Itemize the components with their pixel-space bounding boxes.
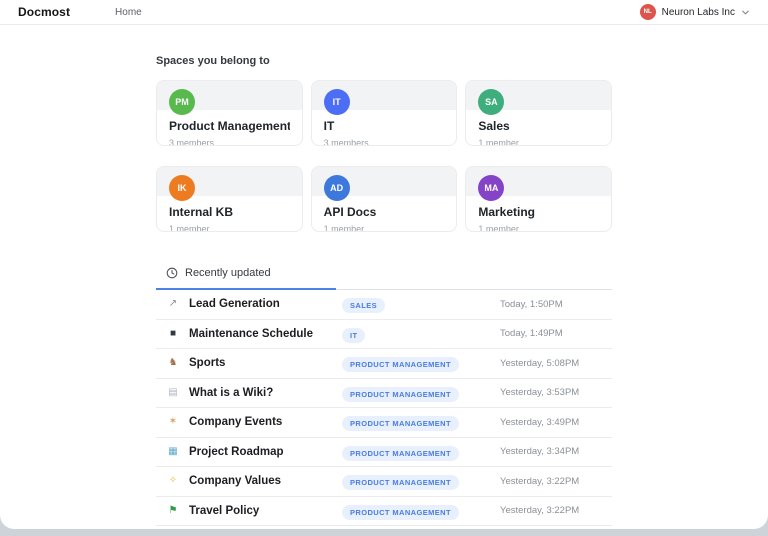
badge-zone: PRODUCT MANAGEMENT <box>342 443 500 461</box>
list-item-travel-policy[interactable]: ⚑ Travel Policy PRODUCT MANAGEMENT Yeste… <box>156 497 612 526</box>
top-navbar: Docmost Home NL Neuron Labs Inc <box>0 0 768 25</box>
space-avatar: SA <box>478 89 505 115</box>
open-book-icon: ▤ <box>168 386 178 398</box>
space-name: Marketing <box>478 205 536 219</box>
laptop-icon: ■ <box>169 327 177 339</box>
nav-links: Home <box>115 7 142 18</box>
space-member-count: 3 members <box>323 138 369 146</box>
workspace-avatar: NL <box>639 4 656 20</box>
space-card-api-docs[interactable]: AD API Docs 1 member <box>310 166 458 232</box>
flag-icon: ⚑ <box>168 504 178 516</box>
space-card-marketing[interactable]: MA Marketing 1 member <box>465 166 612 232</box>
list-item-sports[interactable]: ♞ Sports PRODUCT MANAGEMENT Yesterday, 5… <box>156 349 612 379</box>
page-title: Project Roadmap <box>189 445 284 458</box>
app-logo[interactable]: Docmost <box>18 5 70 19</box>
badge-zone: IT <box>342 325 500 343</box>
space-name: IT <box>323 119 335 133</box>
updated-timestamp: Yesterday, 3:53PM <box>500 387 580 399</box>
list-item-maintenance-schedule[interactable]: ■ Maintenance Schedule IT Today, 1:49PM <box>156 320 612 349</box>
updated-timestamp: Today, 1:50PM <box>500 298 563 310</box>
main-content: Spaces you belong to PM Product Manageme… <box>156 55 612 526</box>
badge-zone: PRODUCT MANAGEMENT <box>342 354 500 373</box>
space-card-product-management[interactable]: PM Product Management 3 members <box>156 80 303 146</box>
space-badge: IT <box>342 327 366 343</box>
page-title: Company Events <box>189 416 283 429</box>
list-item-lead-generation[interactable]: ↗ Lead Generation SALES Today, 1:50PM <box>156 290 612 320</box>
updated-timestamp: Today, 1:49PM <box>500 328 563 340</box>
roadmap-blocks-icon: ▦ <box>168 445 178 457</box>
page-title: Sports <box>189 357 226 370</box>
space-avatar: MA <box>478 175 505 201</box>
updated-timestamp: Yesterday, 3:49PM <box>500 416 580 428</box>
space-name: Product Management <box>169 119 290 133</box>
space-avatar: IT <box>323 89 350 115</box>
nav-item-home[interactable]: Home <box>115 7 142 18</box>
space-card-it[interactable]: IT IT 3 members <box>310 80 458 146</box>
space-avatar: IK <box>169 175 195 201</box>
space-name: API Docs <box>323 205 377 219</box>
horse-racing-icon: ♞ <box>168 357 178 369</box>
list-item-company-events[interactable]: ✶ Company Events PRODUCT MANAGEMENT Yest… <box>156 408 612 438</box>
space-badge: PRODUCT MANAGEMENT <box>342 357 459 373</box>
badge-zone: PRODUCT MANAGEMENT <box>342 472 500 491</box>
space-avatar: AD <box>323 175 350 201</box>
badge-zone: PRODUCT MANAGEMENT <box>342 384 500 402</box>
page-title: Company Values <box>189 475 282 488</box>
space-card-sales[interactable]: SA Sales 1 member <box>465 80 612 146</box>
recent-list: ↗ Lead Generation SALES Today, 1:50PM ■ … <box>156 290 612 526</box>
list-item-what-is-a-wiki[interactable]: ▤ What is a Wiki? PRODUCT MANAGEMENT Yes… <box>156 379 612 408</box>
party-popper-icon: ✶ <box>168 416 178 428</box>
updated-timestamp: Yesterday, 3:22PM <box>500 505 580 517</box>
light-bulb-icon: ✧ <box>168 475 178 487</box>
workspace-menu-button[interactable]: NL Neuron Labs Inc <box>639 4 750 20</box>
updated-timestamp: Yesterday, 5:08PM <box>500 357 580 369</box>
workspace-name: Neuron Labs Inc <box>661 6 735 18</box>
chevron-down-icon <box>741 8 750 17</box>
page-title: Maintenance Schedule <box>189 327 313 340</box>
spaces-section-title: Spaces you belong to <box>156 55 270 67</box>
chart-increasing-icon: ↗ <box>168 298 178 310</box>
space-badge: PRODUCT MANAGEMENT <box>342 445 459 461</box>
tab-recently-updated[interactable]: Recently updated <box>156 267 336 290</box>
list-item-project-roadmap[interactable]: ▦ Project Roadmap PRODUCT MANAGEMENT Yes… <box>156 438 612 467</box>
tab-label: Recently updated <box>185 267 271 279</box>
badge-zone: SALES <box>342 295 500 314</box>
badge-zone: PRODUCT MANAGEMENT <box>342 413 500 432</box>
space-avatar: PM <box>169 89 195 115</box>
page-title: Travel Policy <box>189 504 260 517</box>
updated-timestamp: Yesterday, 3:22PM <box>500 475 580 487</box>
clock-icon <box>166 267 178 279</box>
app-sheet: Docmost Home NL Neuron Labs Inc Spaces y… <box>0 0 768 529</box>
space-badge: SALES <box>342 298 386 314</box>
space-member-count: 1 member <box>323 224 365 232</box>
page-title: Lead Generation <box>189 298 280 311</box>
spaces-grid: PM Product Management 3 members IT IT 3 … <box>156 80 612 232</box>
space-badge: PRODUCT MANAGEMENT <box>342 475 459 491</box>
updated-timestamp: Yesterday, 3:34PM <box>500 446 580 458</box>
page-title: What is a Wiki? <box>189 386 274 399</box>
recent-tabs: Recently updated <box>156 266 612 290</box>
space-name: Sales <box>478 119 510 133</box>
space-member-count: 3 members <box>169 138 215 146</box>
space-member-count: 1 member <box>169 224 210 232</box>
space-card-internal-kb[interactable]: IK Internal KB 1 member <box>156 166 303 232</box>
space-badge: PRODUCT MANAGEMENT <box>342 386 459 402</box>
list-item-company-values[interactable]: ✧ Company Values PRODUCT MANAGEMENT Yest… <box>156 467 612 497</box>
space-member-count: 1 member <box>478 138 519 146</box>
space-badge: PRODUCT MANAGEMENT <box>342 416 459 432</box>
space-name: Internal KB <box>169 205 234 219</box>
space-member-count: 1 member <box>478 224 519 232</box>
badge-zone: PRODUCT MANAGEMENT <box>342 502 500 520</box>
space-badge: PRODUCT MANAGEMENT <box>342 504 459 520</box>
